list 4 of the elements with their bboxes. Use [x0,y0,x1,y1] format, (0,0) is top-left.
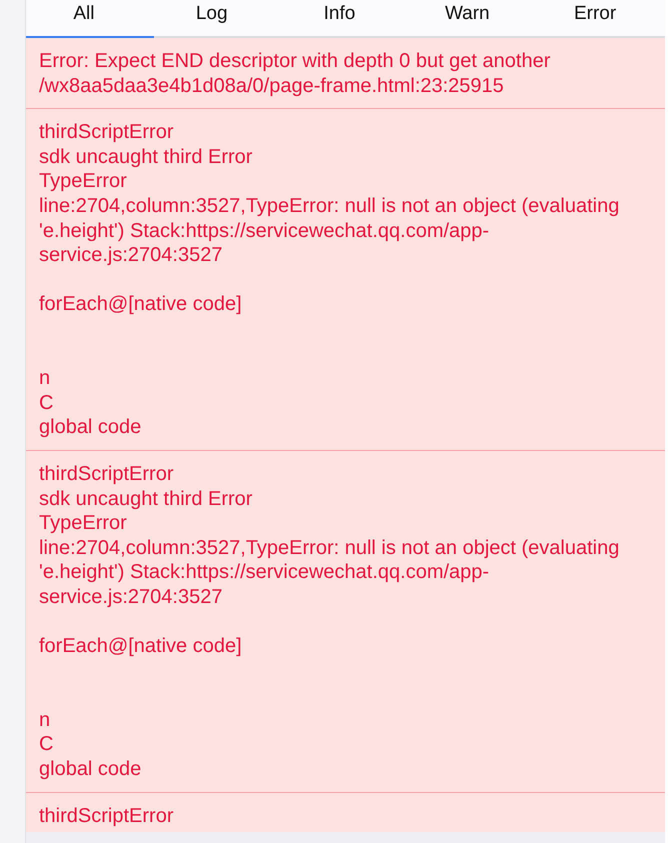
filter-tab[interactable]: Error [537,0,665,38]
filter-tab[interactable]: Info [282,0,410,38]
filter-tab[interactable]: Log [154,0,282,38]
filter-tab[interactable]: Warn [409,0,538,38]
